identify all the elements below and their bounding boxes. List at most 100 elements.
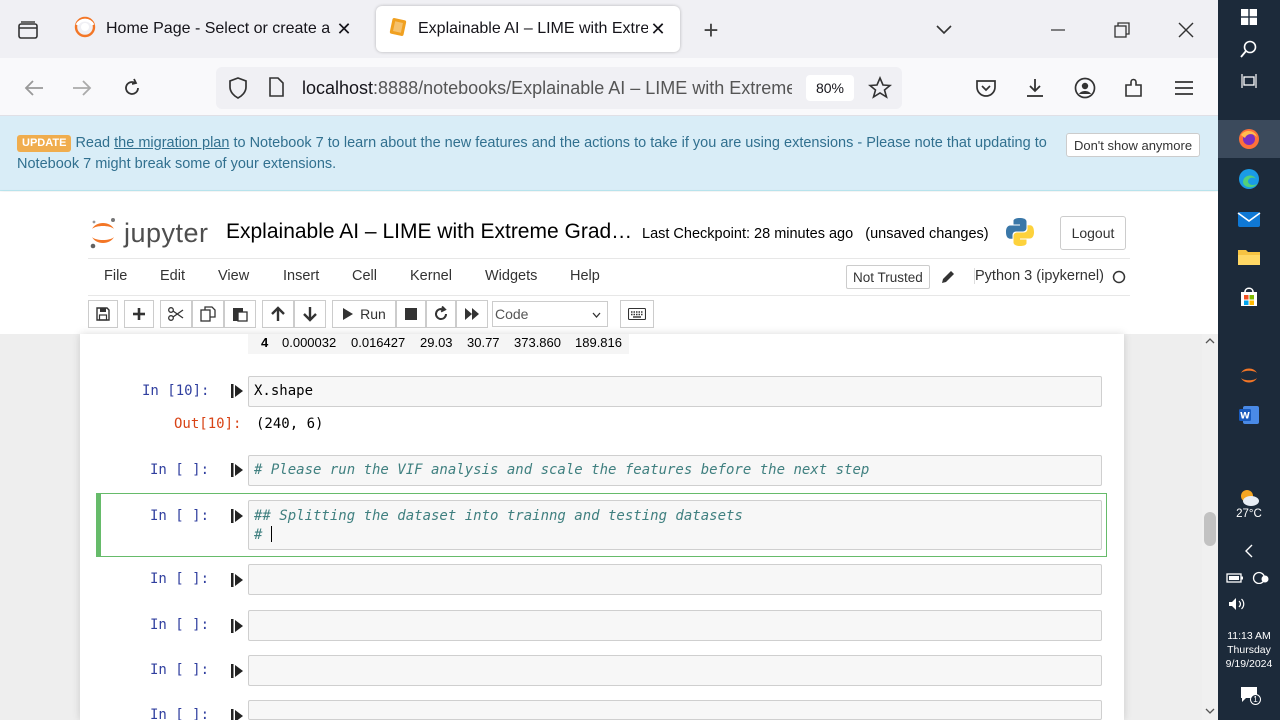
chevron-left-icon[interactable]	[1236, 538, 1262, 564]
save-icon[interactable]	[88, 300, 118, 328]
task-view-icon[interactable]	[1236, 68, 1262, 94]
scrollbar-thumb[interactable]	[1204, 512, 1216, 546]
tab-explainable-ai[interactable]: Explainable AI – LIME with Extreme ✕	[376, 6, 680, 52]
cut-icon[interactable]	[160, 300, 192, 328]
code-cell-input-active[interactable]: ## Splitting the dataset into trainng an…	[248, 500, 1102, 550]
windows-icon[interactable]	[1236, 4, 1262, 30]
zoom-level[interactable]: 80%	[806, 75, 854, 101]
python-logo-icon	[1004, 216, 1036, 253]
input-prompt: In [ ]:	[150, 462, 210, 478]
jupyter-taskbar-icon[interactable]	[1236, 362, 1262, 388]
clock-time[interactable]: 11:13 AM	[1218, 629, 1280, 643]
run-cell-icon[interactable]	[231, 463, 243, 477]
update-banner: UPDATE Read the migration plan to Notebo…	[0, 116, 1218, 191]
stop-icon[interactable]	[396, 300, 426, 328]
dont-show-anymore-button[interactable]: Don't show anymore	[1066, 133, 1200, 157]
menu-help[interactable]: Help	[570, 268, 600, 284]
paste-icon[interactable]	[224, 300, 256, 328]
tab-title: Explainable AI – LIME with Extreme	[418, 20, 648, 37]
jupyter-logo[interactable]: jupyter	[88, 216, 209, 250]
download-icon[interactable]	[1019, 72, 1051, 104]
menu-insert[interactable]: Insert	[283, 268, 319, 284]
run-cell-icon[interactable]	[231, 509, 243, 523]
code-cell-input[interactable]: # Please run the VIF analysis and scale …	[248, 455, 1102, 486]
word-icon[interactable]: W	[1236, 402, 1262, 428]
menu-icon[interactable]	[1168, 72, 1200, 104]
menu-edit[interactable]: Edit	[160, 268, 185, 284]
migration-plan-link[interactable]: the migration plan	[114, 135, 229, 151]
restore-icon[interactable]	[1102, 14, 1142, 46]
close-icon[interactable]: ✕	[334, 19, 354, 40]
notebook-title[interactable]: Explainable AI – LIME with Extreme Grad…	[226, 220, 632, 244]
code-cell-input[interactable]	[248, 655, 1102, 686]
menu-file[interactable]: File	[104, 268, 127, 284]
fast-forward-icon[interactable]	[456, 300, 488, 328]
chevron-down-icon[interactable]	[924, 14, 964, 46]
temperature[interactable]: 27°C	[1218, 507, 1280, 521]
firefox-taskbar-icon[interactable]	[1236, 126, 1262, 152]
df-cell: 30.77	[467, 335, 500, 350]
windows-taskbar: W 27°C 11:13 AM Thursday 9/19/2024 1	[1218, 0, 1280, 720]
run-cell-icon[interactable]	[231, 664, 243, 678]
run-button[interactable]: Run	[332, 300, 396, 328]
move-down-icon[interactable]	[294, 300, 326, 328]
search-icon[interactable]	[1236, 36, 1262, 62]
url-text[interactable]: localhost:8888/notebooks/Explainable AI …	[302, 78, 792, 99]
account-icon[interactable]	[1069, 72, 1101, 104]
run-cell-icon[interactable]	[231, 619, 243, 633]
pencil-icon[interactable]	[940, 269, 956, 290]
code-text: X.shape	[254, 383, 314, 399]
copy-icon[interactable]	[192, 300, 224, 328]
run-cell-icon[interactable]	[231, 384, 243, 398]
tab-list-icon[interactable]	[10, 14, 46, 46]
pocket-icon[interactable]	[970, 72, 1002, 104]
notebook-icon	[388, 17, 408, 42]
plus-icon	[133, 308, 145, 320]
minimize-icon[interactable]	[1038, 14, 1078, 46]
plus-icon[interactable]: +	[696, 14, 726, 46]
code-cell-input[interactable]: X.shape	[248, 376, 1102, 407]
run-cell-icon[interactable]	[231, 573, 243, 587]
volume-icon[interactable]	[1228, 597, 1246, 616]
code-cell-input[interactable]	[248, 700, 1102, 720]
not-trusted-button[interactable]: Not Trusted	[846, 265, 930, 289]
menu-widgets[interactable]: Widgets	[485, 268, 537, 284]
forward-icon[interactable]	[66, 72, 98, 104]
notification-icon[interactable]: 1	[1240, 686, 1261, 709]
insert-cell-button[interactable]	[124, 300, 154, 328]
edge-icon[interactable]	[1236, 166, 1262, 192]
scroll-up-icon[interactable]	[1205, 338, 1215, 344]
close-icon[interactable]: ✕	[648, 19, 668, 40]
explorer-icon[interactable]	[1236, 244, 1262, 270]
extensions-icon[interactable]	[1118, 72, 1150, 104]
code-cell-input[interactable]	[248, 564, 1102, 595]
reload-icon[interactable]	[116, 72, 148, 104]
scroll-down-icon[interactable]	[1205, 708, 1215, 714]
svg-text:W: W	[1240, 412, 1250, 422]
move-up-icon[interactable]	[262, 300, 294, 328]
restart-icon[interactable]	[426, 300, 456, 328]
banner-text-before: Read	[75, 135, 115, 151]
logout-button[interactable]: Logout	[1060, 216, 1126, 250]
url-bar[interactable]: localhost:8888/notebooks/Explainable AI …	[216, 67, 902, 109]
code-cell-input[interactable]	[248, 610, 1102, 641]
clock-day[interactable]: Thursday	[1218, 643, 1280, 657]
close-window-icon[interactable]	[1166, 14, 1206, 46]
star-icon[interactable]	[867, 75, 893, 105]
clock-date[interactable]: 9/19/2024	[1218, 657, 1280, 671]
cell-type-select[interactable]: Code	[492, 301, 608, 327]
menu-cell[interactable]: Cell	[352, 268, 377, 284]
network-icon[interactable]	[1252, 570, 1270, 589]
menu-view[interactable]: View	[218, 268, 249, 284]
keyboard-icon[interactable]	[620, 300, 654, 328]
menu-kernel[interactable]: Kernel	[410, 268, 452, 284]
back-icon[interactable]	[18, 72, 50, 104]
store-icon[interactable]	[1236, 284, 1262, 310]
shield-icon[interactable]	[228, 77, 248, 104]
battery-icon[interactable]	[1226, 571, 1244, 589]
navigation-bar: localhost:8888/notebooks/Explainable AI …	[0, 58, 1218, 116]
kernel-name[interactable]: Python 3 (ipykernel)	[974, 268, 1104, 284]
tab-home-page[interactable]: Home Page - Select or create a n ✕	[62, 6, 366, 52]
mail-icon[interactable]	[1236, 206, 1262, 232]
run-cell-icon[interactable]	[231, 709, 243, 720]
